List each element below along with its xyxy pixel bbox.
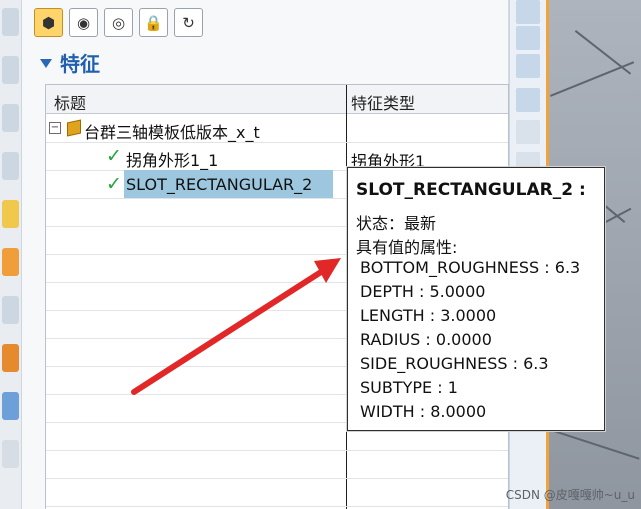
tooltip-attribute: WIDTH : 8.0000	[360, 402, 487, 421]
tooltip-status: 状态：最新	[356, 214, 437, 233]
right-tool-2[interactable]	[516, 26, 540, 50]
feature-title: 拐角外形1_1	[126, 151, 219, 170]
view-icon[interactable]: ◉	[69, 8, 98, 37]
tooltip-attribute: SIDE_ROUGHNESS : 6.3	[360, 354, 549, 373]
toolbar-tool-1[interactable]	[2, 8, 19, 36]
refresh-icon[interactable]: ↻	[174, 8, 203, 37]
right-tool-1[interactable]	[516, 0, 540, 24]
tooltip-attribute: DEPTH : 5.0000	[360, 282, 486, 301]
table-header: 标题 特征类型	[46, 85, 508, 114]
checkmark-icon: ✓	[106, 173, 122, 195]
axis-view-icon[interactable]: ◎	[104, 8, 133, 37]
toolbar-tool-3[interactable]	[2, 104, 19, 132]
type-column-header[interactable]: 特征类型	[351, 90, 415, 114]
left-toolbar	[0, 0, 22, 509]
toolbar-tool-6[interactable]	[2, 248, 19, 276]
minus-expand-icon[interactable]: −	[49, 122, 61, 134]
feature-navigator-window: ⬢ ◉ ◎ 🔒 ↻ 特征 标题 特征类型 − 台群三轴模板低版本_x_t ✓ 拐…	[0, 0, 641, 509]
toolbar-tool-7[interactable]	[2, 296, 19, 324]
part-cube-icon	[67, 119, 81, 137]
model-edge	[574, 30, 632, 75]
toolbar-tool-8[interactable]	[2, 344, 19, 372]
watermark: CSDN @皮嘎嘎帅~u_u	[505, 488, 635, 502]
right-tool-3[interactable]	[516, 54, 540, 78]
feature-tooltip: SLOT_RECTANGULAR_2 : 状态：最新 具有值的属性: BOTTO…	[347, 167, 605, 431]
title-column-header[interactable]: 标题	[54, 90, 86, 114]
toolbar-tool-9[interactable]	[2, 392, 19, 420]
table-row[interactable]: − 台群三轴模板低版本_x_t	[46, 114, 508, 143]
checkmark-icon: ✓	[106, 145, 122, 167]
right-tool-4[interactable]	[516, 88, 540, 112]
toolbar-tool-4[interactable]	[2, 152, 19, 180]
empty-row	[46, 478, 508, 507]
panel-toolbar: ⬢ ◉ ◎ 🔒 ↻	[34, 8, 203, 38]
collapse-arrow-icon[interactable]	[40, 59, 52, 68]
tooltip-attribute: RADIUS : 0.0000	[360, 330, 492, 349]
tooltip-attribute: LENGTH : 3.0000	[360, 306, 497, 325]
section-title: 特征	[60, 52, 100, 76]
toolbar-tool-5[interactable]	[2, 200, 19, 228]
features-section-header[interactable]: 特征	[40, 48, 100, 77]
model-edge	[553, 430, 640, 460]
empty-row	[46, 450, 508, 479]
feature-title: SLOT_RECTANGULAR_2	[126, 175, 313, 194]
solid-icon[interactable]: ⬢	[34, 8, 63, 37]
feature-title: 台群三轴模板低版本_x_t	[84, 123, 260, 142]
right-tool-5[interactable]	[516, 120, 540, 144]
toolbar-tool-10[interactable]	[2, 440, 19, 468]
model-edge	[550, 61, 635, 97]
lock-icon[interactable]: 🔒	[139, 8, 168, 37]
toolbar-tool-2[interactable]	[2, 56, 19, 84]
tooltip-attribute: SUBTYPE : 1	[360, 378, 458, 397]
tooltip-attribute: BOTTOM_ROUGHNESS : 6.3	[360, 258, 581, 277]
tooltip-title: SLOT_RECTANGULAR_2 :	[356, 180, 586, 200]
tooltip-attributes-heading: 具有值的属性:	[356, 238, 458, 257]
